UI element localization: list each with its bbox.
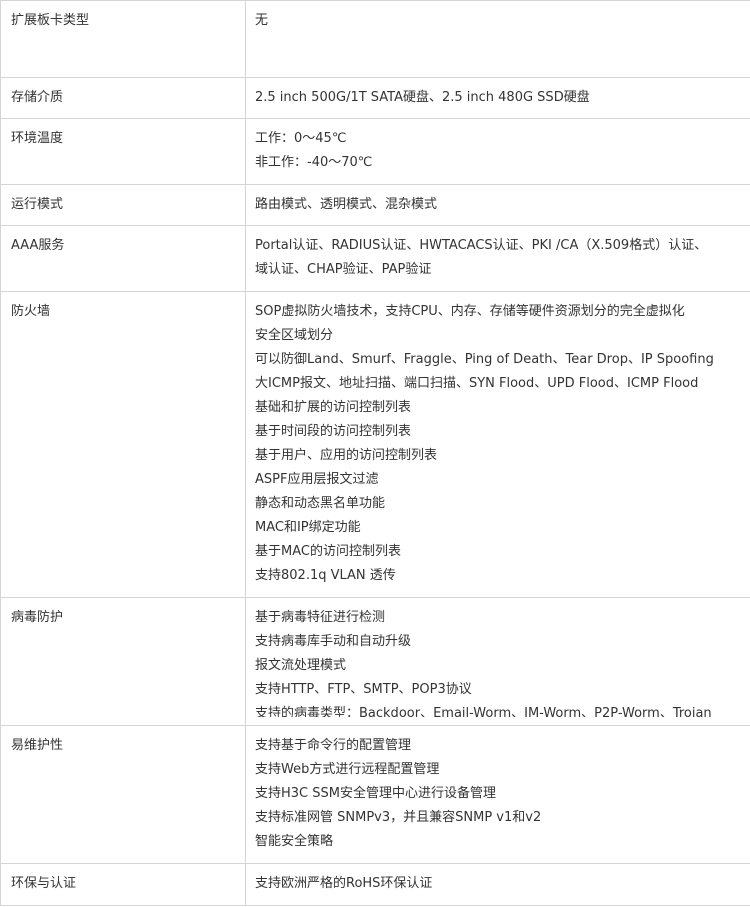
row-label: 存储介质 xyxy=(0,78,246,118)
value-line: 支持基于命令行的配置管理 xyxy=(255,738,412,753)
value-line: 支持病毒库手动和自动升级 xyxy=(255,634,412,649)
value-line: 支持HTTP、FTP、SMTP、POP3协议 xyxy=(255,682,472,697)
value-line: 支持的病毒类型：Backdoor、Email-Worm、IM-Worm、P2P-… xyxy=(255,706,712,717)
row-label: 环保与认证 xyxy=(0,864,246,905)
value-line: 基于时间段的访问控制列表 xyxy=(255,424,412,439)
row-label: 环境温度 xyxy=(0,119,246,184)
row-value: 无 xyxy=(246,1,750,77)
table-row: 扩展板卡类型 无 xyxy=(0,1,750,78)
value-line: 基于用户、应用的访问控制列表 xyxy=(255,448,438,463)
row-label: 易维护性 xyxy=(0,726,246,863)
row-value: 基于病毒特征进行检测 支持病毒库手动和自动升级 报文流处理模式 支持HTTP、F… xyxy=(246,598,750,717)
row-value: Portal认证、RADIUS认证、HWTACACS认证、PKI /CA（X.5… xyxy=(246,226,750,291)
value-line: 可以防御Land、Smurf、Fraggle、Ping of Death、Tea… xyxy=(255,352,714,367)
value-line: 安全区域划分 xyxy=(255,328,334,343)
row-value: 支持欧洲严格的RoHS环保认证 xyxy=(246,864,750,905)
row-label: 扩展板卡类型 xyxy=(0,1,246,77)
row-value: 2.5 inch 500G/1T SATA硬盘、2.5 inch 480G SS… xyxy=(246,78,750,118)
value-line: 静态和动态黑名单功能 xyxy=(255,496,386,511)
row-value: 路由模式、透明模式、混杂模式 xyxy=(246,185,750,225)
row-label: AAA服务 xyxy=(0,226,246,291)
table-row: 病毒防护 基于病毒特征进行检测 支持病毒库手动和自动升级 报文流处理模式 支持H… xyxy=(0,598,750,726)
table-row: 运行模式 路由模式、透明模式、混杂模式 xyxy=(0,185,750,226)
value-line: Portal认证、RADIUS认证、HWTACACS认证、PKI /CA（X.5… xyxy=(255,238,708,253)
table-row: 环境温度 工作：0～45℃ 非工作：-40～70℃ xyxy=(0,119,750,185)
value-line: 支持标准网管 SNMPv3，并且兼容SNMP v1和v2 xyxy=(255,810,542,825)
value-line: ASPF应用层报文过滤 xyxy=(255,472,379,487)
row-value: 支持基于命令行的配置管理 支持Web方式进行远程配置管理 支持H3C SSM安全… xyxy=(246,726,750,863)
value-line: 智能安全策略 xyxy=(255,834,334,849)
row-value: 工作：0～45℃ 非工作：-40～70℃ xyxy=(246,119,750,184)
value-line: 报文流处理模式 xyxy=(255,658,347,673)
spec-table: 扩展板卡类型 无 存储介质 2.5 inch 500G/1T SATA硬盘、2.… xyxy=(0,0,750,906)
value-line: 非工作：-40～70℃ xyxy=(255,155,373,170)
value-line: 支持欧洲严格的RoHS环保认证 xyxy=(255,876,433,891)
table-row: 环保与认证 支持欧洲严格的RoHS环保认证 xyxy=(0,864,750,906)
value-line: 基础和扩展的访问控制列表 xyxy=(255,400,412,415)
value-line: 支持Web方式进行远程配置管理 xyxy=(255,762,440,777)
value-line: SOP虚拟防火墙技术，支持CPU、内存、存储等硬件资源划分的完全虚拟化 xyxy=(255,304,685,319)
table-row: 易维护性 支持基于命令行的配置管理 支持Web方式进行远程配置管理 支持H3C … xyxy=(0,726,750,864)
row-label: 防火墙 xyxy=(0,292,246,597)
row-value: SOP虚拟防火墙技术，支持CPU、内存、存储等硬件资源划分的完全虚拟化 安全区域… xyxy=(246,292,750,597)
table-row: 存储介质 2.5 inch 500G/1T SATA硬盘、2.5 inch 48… xyxy=(0,78,750,119)
value-line: 支持H3C SSM安全管理中心进行设备管理 xyxy=(255,786,496,801)
value-line: 工作：0～45℃ xyxy=(255,131,347,146)
value-line: 路由模式、透明模式、混杂模式 xyxy=(255,197,438,212)
row-label: 病毒防护 xyxy=(0,598,246,725)
row-label: 运行模式 xyxy=(0,185,246,225)
value-line: 大ICMP报文、地址扫描、端口扫描、SYN Flood、UPD Flood、IC… xyxy=(255,376,699,391)
value-line: 域认证、CHAP验证、PAP验证 xyxy=(255,262,432,277)
value-line: 2.5 inch 500G/1T SATA硬盘、2.5 inch 480G SS… xyxy=(255,90,590,105)
table-row: AAA服务 Portal认证、RADIUS认证、HWTACACS认证、PKI /… xyxy=(0,226,750,292)
value-line: 基于MAC的访问控制列表 xyxy=(255,544,401,559)
value-line: 支持802.1q VLAN 透传 xyxy=(255,568,396,583)
value-line: 无 xyxy=(255,13,269,28)
value-line: 基于病毒特征进行检测 xyxy=(255,610,386,625)
table-row: 防火墙 SOP虚拟防火墙技术，支持CPU、内存、存储等硬件资源划分的完全虚拟化 … xyxy=(0,292,750,598)
value-line: MAC和IP绑定功能 xyxy=(255,520,361,535)
